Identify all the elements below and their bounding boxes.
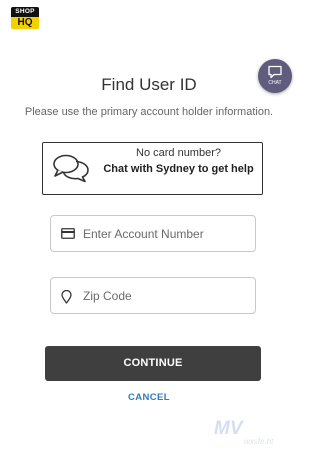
continue-button[interactable]: CONTINUE — [45, 346, 261, 381]
account-number-field[interactable] — [50, 215, 256, 252]
no-card-number-text: No card number? — [136, 147, 221, 159]
page-subtitle: Please use the primary account holder in… — [24, 106, 274, 118]
chat-with-sydney-button[interactable]: No card number? Chat with Sydney to get … — [42, 142, 263, 195]
logo-text-bottom: HQ — [17, 17, 33, 28]
zip-code-field[interactable] — [50, 277, 256, 314]
card-icon — [61, 228, 75, 239]
chat-bubbles-icon — [53, 154, 89, 183]
zip-code-input[interactable] — [83, 286, 248, 306]
location-pin-icon — [61, 290, 72, 304]
shophq-logo[interactable]: SHOP HQ — [11, 7, 39, 29]
chat-with-sydney-text: Chat with Sydney to get help — [103, 163, 254, 175]
cancel-link[interactable]: CANCEL — [0, 392, 298, 404]
page-title: Find User ID — [101, 75, 197, 94]
watermark-mark: MV — [214, 418, 243, 439]
watermark-text: wxsfe.ht — [244, 437, 274, 446]
watermark: MV wxsfe.ht — [214, 418, 298, 451]
logo-text-top: SHOP — [11, 7, 39, 17]
account-number-input[interactable] — [83, 224, 248, 244]
